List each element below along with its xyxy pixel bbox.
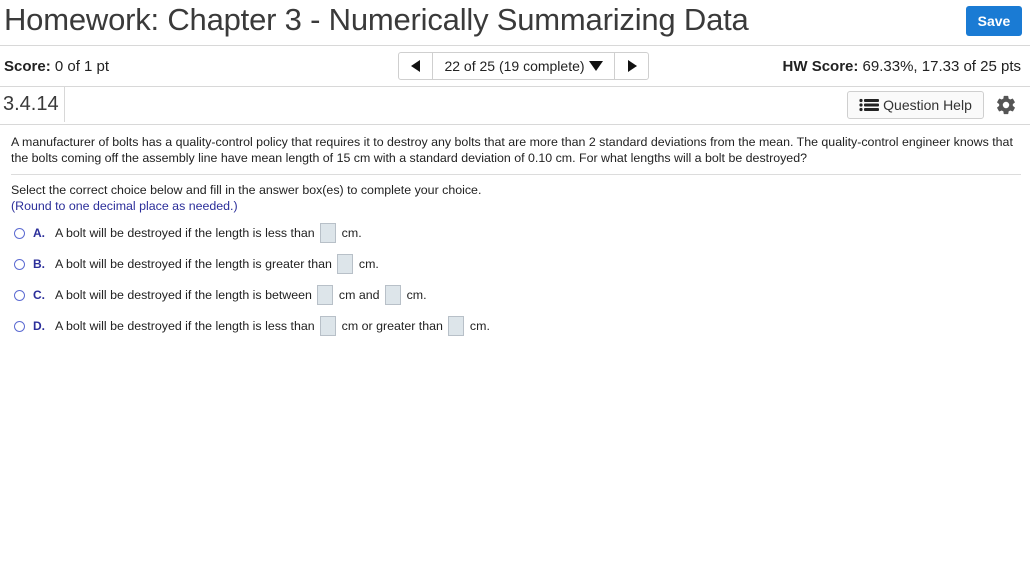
answer-box[interactable] (336, 254, 353, 274)
choice-letter: D. (33, 319, 45, 333)
question-navigator: 22 of 25 (19 complete) (398, 52, 649, 80)
question-bar: 3.4.14 Question Help (0, 86, 1030, 125)
answer-box[interactable] (316, 285, 333, 305)
answer-box[interactable] (447, 316, 464, 336)
answer-box[interactable] (384, 285, 401, 305)
choice-text: A bolt will be destroyed if the length i… (55, 257, 332, 271)
previous-question-button[interactable] (398, 52, 433, 80)
choice-letter: B. (33, 257, 45, 271)
choice-a[interactable]: A. A bolt will be destroyed if the lengt… (11, 220, 362, 246)
radio-d-icon[interactable] (14, 320, 25, 332)
question-id: 3.4.14 (0, 86, 65, 122)
question-select-label: 22 of 25 (19 complete) (444, 58, 585, 74)
choice-letter: C. (33, 288, 45, 302)
choice-text: cm. (341, 226, 362, 240)
choice-text: cm. (469, 319, 490, 333)
question-text: A manufacturer of bolts has a quality-co… (11, 134, 1021, 175)
radio-b-icon[interactable] (14, 258, 25, 270)
choice-text: A bolt will be destroyed if the length i… (55, 226, 315, 240)
save-button[interactable]: Save (966, 6, 1022, 36)
score: Score: 0 of 1 pt (4, 58, 109, 75)
hw-score-value: 69.33%, 17.33 of 25 pts (862, 58, 1021, 75)
page-title: Homework: Chapter 3 - Numerically Summar… (4, 2, 749, 37)
choice-text: cm. (358, 257, 379, 271)
prev-arrow-icon (410, 60, 420, 72)
rounding-note: (Round to one decimal place as needed.) (11, 199, 238, 213)
hw-score: HW Score: 69.33%, 17.33 of 25 pts (783, 58, 1021, 75)
choice-text: cm or greater than (341, 319, 443, 333)
choice-text: A bolt will be destroyed if the length i… (55, 288, 312, 302)
question-content: A manufacturer of bolts has a quality-co… (11, 134, 1021, 214)
question-select[interactable]: 22 of 25 (19 complete) (433, 52, 614, 80)
choice-letter: A. (33, 226, 45, 240)
choice-text: cm and (338, 288, 380, 302)
answer-box[interactable] (319, 223, 336, 243)
answer-box[interactable] (319, 316, 336, 336)
choice-text: A bolt will be destroyed if the length i… (55, 319, 315, 333)
score-bar: Score: 0 of 1 pt 22 of 25 (19 complete) … (0, 45, 1030, 87)
next-question-button[interactable] (614, 52, 649, 80)
score-value: 0 of 1 pt (54, 58, 110, 75)
choice-d[interactable]: D. A bolt will be destroyed if the lengt… (11, 313, 490, 339)
question-help-label: Question Help (883, 97, 972, 113)
choice-b[interactable]: B. A bolt will be destroyed if the lengt… (11, 251, 379, 277)
choice-text: cm. (406, 288, 427, 302)
hw-score-label: HW Score: (782, 58, 859, 75)
instruction-text: Select the correct choice below and fill… (11, 183, 482, 197)
caret-down-icon (588, 61, 603, 71)
header: Homework: Chapter 3 - Numerically Summar… (0, 0, 1030, 44)
radio-a-icon[interactable] (14, 227, 25, 239)
gear-icon[interactable] (995, 94, 1017, 116)
list-icon (859, 98, 880, 112)
next-arrow-icon (627, 60, 637, 72)
choice-c[interactable]: C. A bolt will be destroyed if the lengt… (11, 282, 427, 308)
score-label: Score: (4, 58, 51, 75)
radio-c-icon[interactable] (14, 289, 25, 301)
question-help-button[interactable]: Question Help (847, 91, 984, 119)
